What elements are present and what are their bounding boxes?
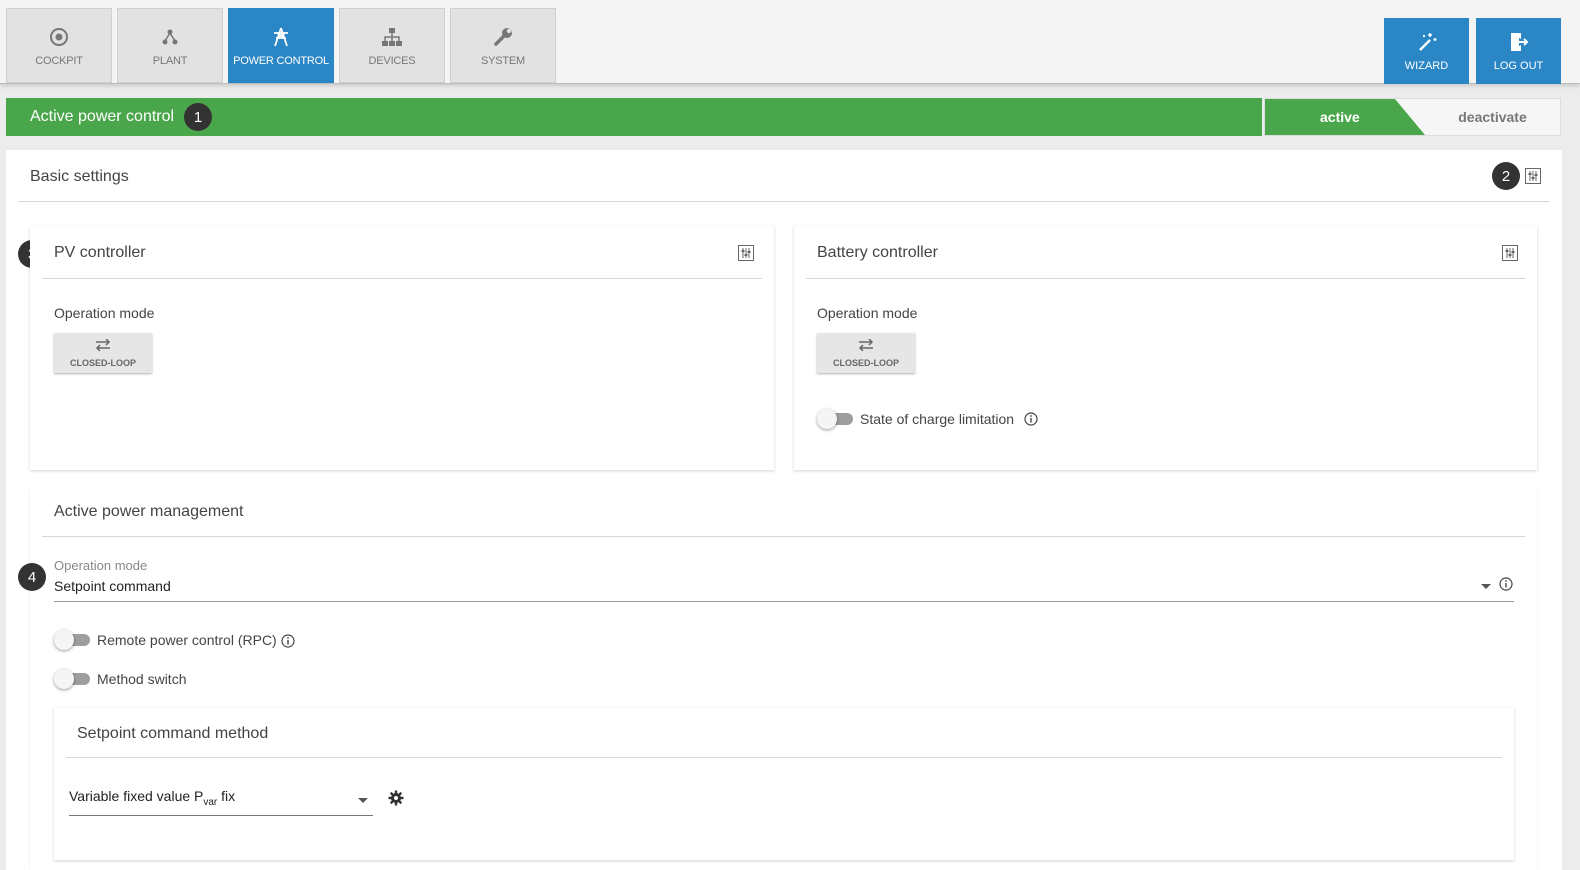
sliders-icon[interactable] bbox=[738, 245, 754, 261]
battery-controller-title: Battery controller bbox=[817, 244, 938, 261]
active-power-management-card: Active power management Operation mode S… bbox=[30, 486, 1537, 870]
closed-loop-label: CLOSED-LOOP bbox=[69, 358, 136, 368]
activation-toggle: active deactivate bbox=[1264, 98, 1561, 136]
setpoint-method-value: Variable fixed value P bbox=[69, 788, 204, 804]
step-badge: 2 bbox=[1492, 162, 1520, 190]
tab-system[interactable]: SYSTEM bbox=[450, 8, 556, 83]
tab-plant[interactable]: PLANT bbox=[117, 8, 223, 83]
battery-controller-card: Battery controller Operation mode CLOSED… bbox=[794, 226, 1537, 470]
pv-controller-title: PV controller bbox=[54, 244, 146, 261]
sliders-icon[interactable] bbox=[1525, 168, 1541, 184]
target-icon bbox=[47, 25, 71, 49]
wizard-label: WIZARD bbox=[1404, 60, 1449, 72]
soc-limitation-toggle[interactable] bbox=[817, 409, 853, 429]
step-badge: 1 bbox=[184, 103, 213, 131]
tab-power-control[interactable]: POWER CONTROL bbox=[228, 8, 334, 83]
closed-loop-label: CLOSED-LOOP bbox=[832, 358, 899, 368]
soc-limitation-label: State of charge limitation bbox=[860, 411, 1015, 427]
chevron-down-icon bbox=[1481, 584, 1491, 589]
info-icon[interactable] bbox=[281, 634, 295, 648]
method-switch-label: Method switch bbox=[97, 671, 187, 687]
divider bbox=[66, 757, 1502, 758]
setpoint-method-select[interactable]: Variable fixed value Pvar fix bbox=[69, 788, 373, 816]
logout-icon bbox=[1507, 30, 1531, 54]
main-panel: Basic settings 2 3 PV controller Operati… bbox=[6, 150, 1562, 870]
swap-arrows-icon bbox=[858, 338, 874, 356]
divider bbox=[42, 278, 762, 279]
operation-mode-label: Operation mode bbox=[817, 305, 918, 321]
basic-settings-title: Basic settings bbox=[30, 168, 129, 185]
logout-button[interactable]: LOG OUT bbox=[1476, 18, 1561, 84]
magic-wand-icon bbox=[1415, 30, 1439, 54]
rpc-label: Remote power control (RPC) bbox=[97, 632, 277, 648]
tab-label: SYSTEM bbox=[480, 54, 526, 67]
active-state-button[interactable]: active bbox=[1265, 99, 1425, 135]
tab-cockpit[interactable]: COCKPIT bbox=[6, 8, 112, 83]
status-bar: Active power control 1 bbox=[6, 98, 1262, 136]
operation-mode-label: Operation mode bbox=[54, 305, 155, 321]
step-badge: 4 bbox=[18, 563, 46, 591]
pylon-icon bbox=[269, 25, 293, 49]
setpoint-method-card: Setpoint command method Variable fixed v… bbox=[54, 708, 1514, 860]
divider bbox=[806, 278, 1525, 279]
closed-loop-button[interactable]: CLOSED-LOOP bbox=[54, 333, 152, 373]
chevron-down-icon bbox=[358, 798, 368, 803]
info-icon[interactable] bbox=[1024, 412, 1038, 426]
tab-devices[interactable]: DEVICES bbox=[339, 8, 445, 83]
tab-label: COCKPIT bbox=[35, 54, 83, 67]
apm-title: Active power management bbox=[54, 503, 244, 520]
gear-icon[interactable] bbox=[388, 790, 404, 806]
tab-label: DEVICES bbox=[368, 54, 416, 67]
nodes-icon bbox=[158, 25, 182, 49]
setpoint-method-title: Setpoint command method bbox=[77, 725, 269, 742]
logout-label: LOG OUT bbox=[1493, 60, 1544, 72]
tab-label: POWER CONTROL bbox=[233, 54, 329, 67]
divider bbox=[42, 536, 1525, 537]
divider bbox=[18, 201, 1549, 202]
info-icon[interactable] bbox=[1499, 577, 1513, 591]
sliders-icon[interactable] bbox=[1502, 245, 1518, 261]
setpoint-method-suffix: fix bbox=[217, 788, 236, 804]
pv-controller-card: PV controller Operation mode CLOSED-LOOP bbox=[30, 226, 774, 470]
page-title: Active power control bbox=[30, 108, 175, 125]
deactivate-button[interactable]: deactivate bbox=[1425, 99, 1560, 135]
wrench-icon bbox=[491, 25, 515, 49]
tab-label: PLANT bbox=[152, 54, 188, 67]
operation-mode-label: Operation mode bbox=[54, 558, 148, 573]
network-icon bbox=[380, 25, 404, 49]
swap-arrows-icon bbox=[95, 338, 111, 356]
wizard-button[interactable]: WIZARD bbox=[1384, 18, 1469, 84]
method-switch-toggle[interactable] bbox=[54, 669, 90, 689]
top-navigation: COCKPIT PLANT POWER CONTROL DEVICES SYST… bbox=[0, 0, 1580, 84]
operation-mode-value: Setpoint command bbox=[54, 578, 171, 594]
operation-mode-select[interactable]: Operation mode Setpoint command bbox=[54, 558, 1514, 602]
setpoint-method-subscript: var bbox=[203, 796, 218, 808]
closed-loop-button[interactable]: CLOSED-LOOP bbox=[817, 333, 915, 373]
rpc-toggle[interactable] bbox=[54, 630, 90, 650]
